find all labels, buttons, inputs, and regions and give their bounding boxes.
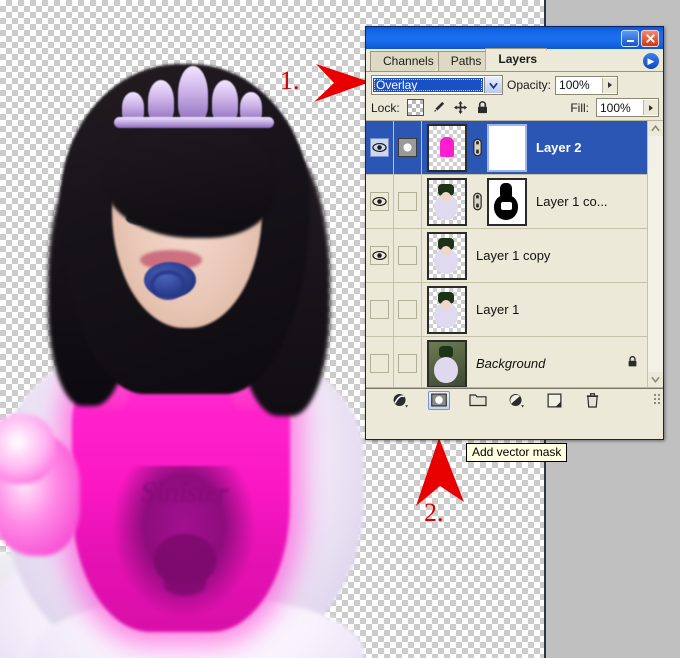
tooltip: Add vector mask (466, 443, 568, 462)
palette-tabstrip[interactable]: Channels Paths Layers ▶ (366, 48, 663, 72)
layer-thumbnail[interactable] (427, 285, 467, 334)
layer-name[interactable]: Layer 1 (467, 302, 519, 317)
photo-skull-jaw (164, 574, 206, 596)
fill-field[interactable]: 100% (596, 98, 659, 117)
layer-list-scrollbar[interactable] (647, 121, 663, 387)
layer-name[interactable]: Background (467, 356, 545, 371)
tab-paths[interactable]: Paths (437, 51, 492, 71)
layer-name[interactable]: Layer 2 (527, 140, 582, 155)
close-button[interactable] (641, 30, 659, 47)
opacity-field[interactable]: 100% (555, 75, 619, 95)
opacity-slider-arrow-icon[interactable] (602, 77, 618, 93)
layer-name[interactable]: Layer 1 co... (527, 194, 608, 209)
blend-mode-value: Overlay (373, 78, 483, 92)
minimize-button[interactable] (621, 30, 639, 47)
layer-visibility-toggle[interactable] (366, 337, 394, 387)
lock-label: Lock: (371, 100, 400, 115)
layer-thumbnail[interactable] (427, 123, 467, 172)
palette-titlebar[interactable] (366, 27, 663, 49)
new-layer-button[interactable] (544, 392, 564, 409)
adjustment-layer-icon (509, 393, 524, 408)
palette-menu-icon[interactable]: ▶ (643, 53, 659, 69)
eye-icon (372, 142, 387, 153)
annotation-2-arrow-icon (416, 438, 464, 506)
tab-channels[interactable]: Channels (370, 51, 444, 71)
layer-list[interactable]: Layer 2 Layer 1 co... Layer 1 copy Layer… (366, 121, 663, 388)
link-icon[interactable] (471, 138, 483, 158)
chevron-down-icon[interactable] (484, 77, 502, 93)
photo-pacifier-ring (150, 270, 186, 300)
layer-mask-indicator[interactable] (394, 175, 422, 228)
fill-slider-arrow-icon[interactable] (643, 100, 658, 115)
new-adjustment-layer-button[interactable] (506, 392, 526, 409)
table-row[interactable]: Background (366, 337, 663, 387)
folder-icon (469, 394, 487, 407)
layers-palette[interactable]: Channels Paths Layers ▶ Overlay Opacity:… (365, 26, 664, 440)
resize-grip[interactable] (654, 394, 660, 404)
layer-thumbnails[interactable] (422, 285, 467, 334)
layer-thumbnails[interactable] (422, 231, 467, 280)
tab-layers[interactable]: Layers (485, 48, 548, 71)
layer-name[interactable]: Layer 1 copy (467, 248, 550, 263)
trash-icon (586, 393, 598, 408)
layer-mask-indicator[interactable] (394, 337, 422, 387)
add-layer-mask-button[interactable] (428, 390, 450, 410)
photo-tiara (112, 64, 276, 128)
layer-thumbnails[interactable] (422, 177, 527, 226)
eye-icon (372, 250, 387, 261)
layer-style-button[interactable] (390, 392, 410, 409)
eye-icon (372, 196, 387, 207)
layer-thumbnails[interactable] (422, 123, 527, 172)
layer-mask-indicator[interactable] (394, 229, 422, 282)
photo-shirt-print-text: Sinister (140, 476, 228, 509)
table-row[interactable]: Layer 2 (366, 121, 663, 175)
opacity-label: Opacity: (507, 78, 552, 92)
blend-mode-dropdown[interactable]: Overlay (371, 75, 503, 95)
layer-thumbnail[interactable] (427, 231, 467, 280)
blend-mode-row: Overlay Opacity: 100% (366, 72, 663, 97)
table-row[interactable]: Layer 1 copy (366, 229, 663, 283)
close-icon (645, 34, 655, 43)
annotation-1-label: 1. (280, 66, 300, 95)
lock-all-icon[interactable] (475, 100, 490, 115)
layer-visibility-toggle[interactable] (366, 283, 394, 336)
mask-icon (403, 143, 412, 152)
layer-visibility-toggle[interactable] (366, 229, 394, 282)
layer-mask-indicator[interactable] (394, 283, 422, 336)
layer-visibility-toggle[interactable] (366, 175, 394, 228)
lock-pixels-icon[interactable] (431, 100, 446, 115)
layer-style-icon (393, 393, 408, 408)
table-row[interactable]: Layer 1 co... (366, 175, 663, 229)
lock-position-icon[interactable] (453, 100, 468, 115)
photo-layer: Sinister (0, 36, 396, 658)
opacity-value: 100% (559, 78, 590, 92)
delete-layer-button[interactable] (582, 392, 602, 409)
layer-mask-indicator[interactable] (394, 121, 422, 174)
layer-thumbnails[interactable] (422, 339, 467, 387)
fill-value: 100% (600, 100, 631, 115)
new-layer-icon (547, 393, 561, 407)
new-group-button[interactable] (468, 392, 488, 409)
scroll-up-icon[interactable] (648, 121, 663, 136)
layer-thumbnail[interactable] (427, 177, 467, 226)
add-mask-icon (431, 393, 447, 407)
lock-row: Lock: Fill: 100% (366, 97, 663, 121)
scroll-down-icon[interactable] (648, 372, 663, 387)
table-row[interactable]: Layer 1 (366, 283, 663, 337)
layer-locked-icon (626, 354, 639, 373)
layer-visibility-toggle[interactable] (366, 121, 394, 174)
layers-panel-toolbar[interactable] (366, 388, 663, 411)
link-icon[interactable] (471, 192, 483, 212)
layer-mask-thumbnail[interactable] (487, 123, 527, 172)
lock-transparency-icon[interactable] (406, 99, 424, 116)
layer-thumbnail[interactable] (427, 339, 467, 387)
fill-label: Fill: (570, 100, 589, 115)
layer-mask-thumbnail[interactable] (487, 177, 527, 226)
